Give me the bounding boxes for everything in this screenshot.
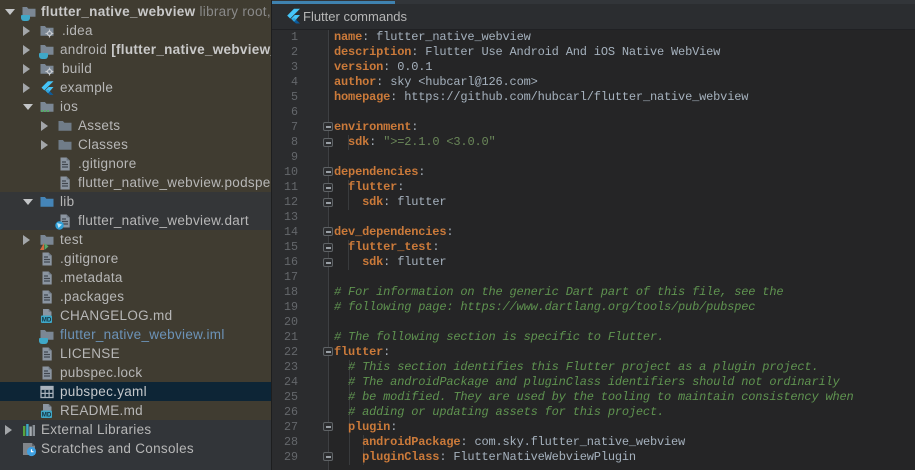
- svg-text:MD: MD: [42, 316, 52, 323]
- svg-text:MD: MD: [42, 411, 52, 418]
